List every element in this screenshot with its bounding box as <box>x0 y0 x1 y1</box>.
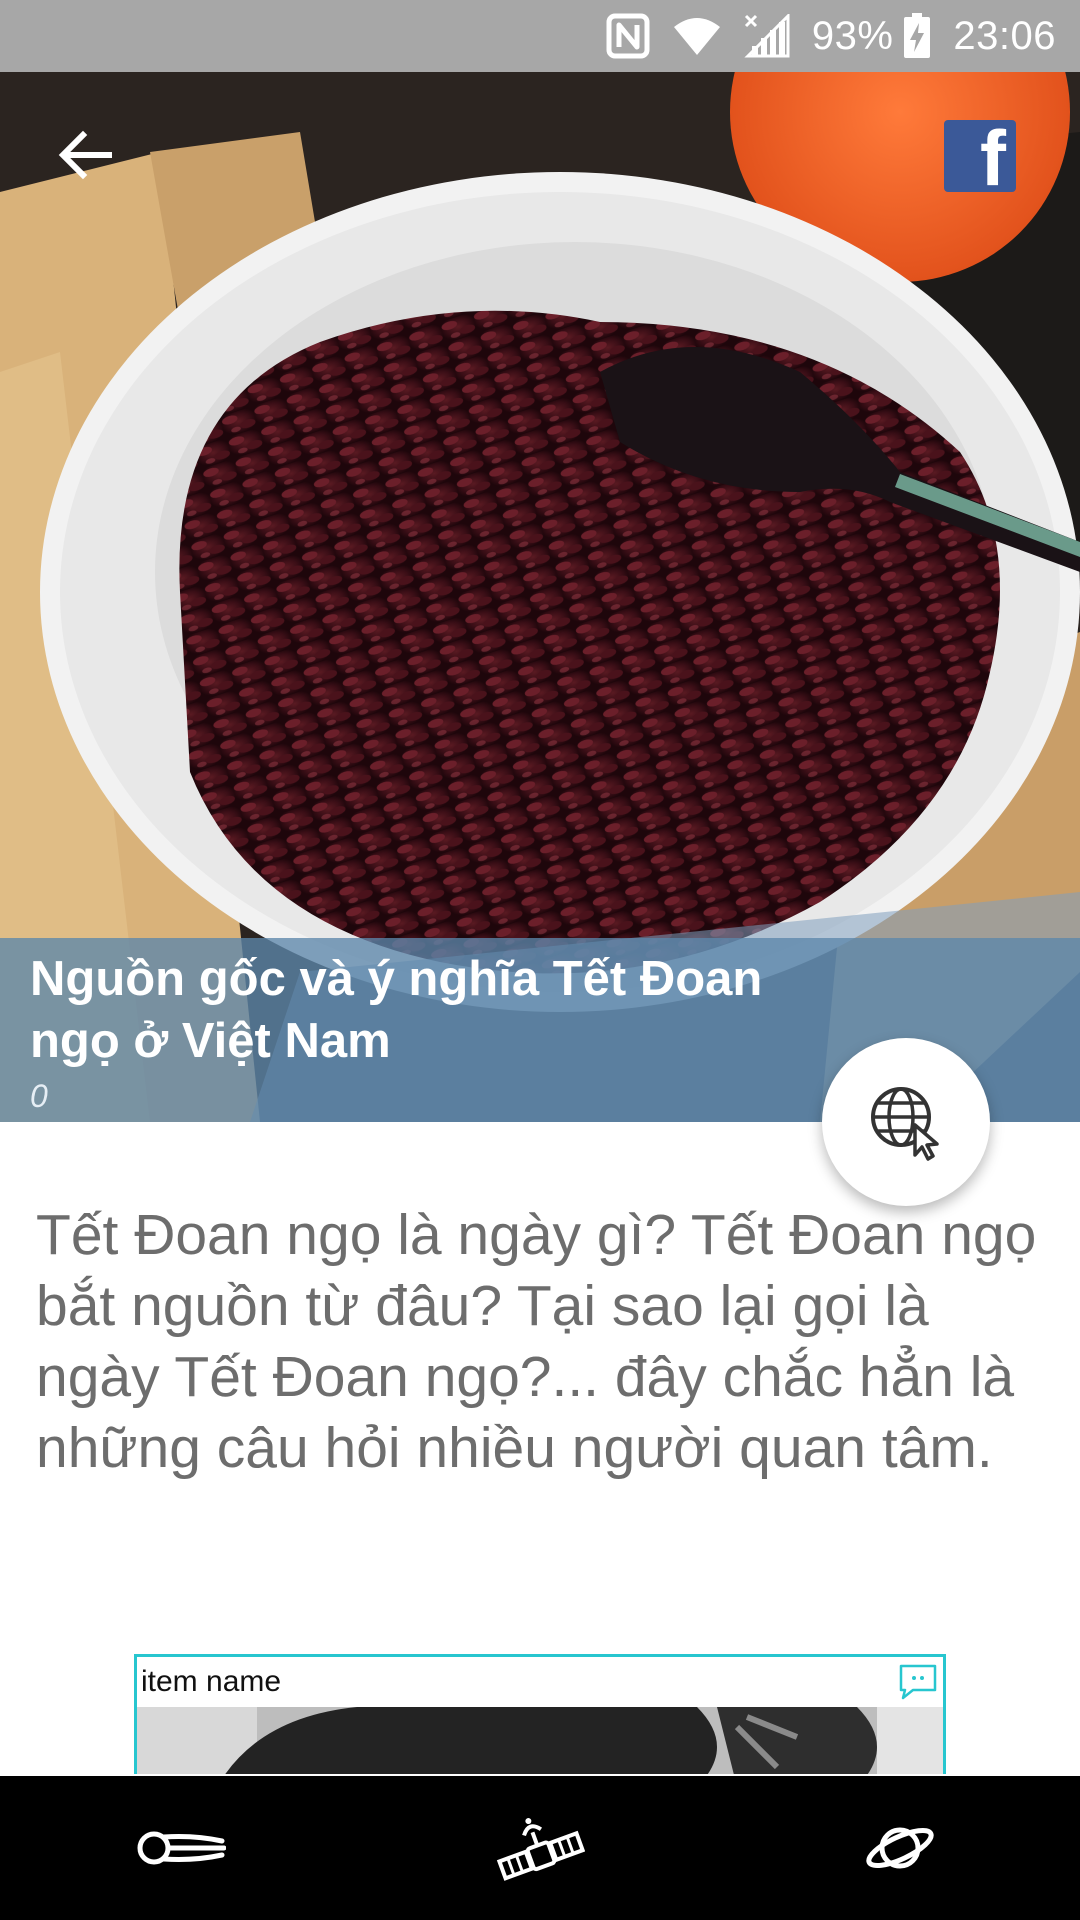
nav-comet[interactable] <box>80 1776 280 1920</box>
open-web-button[interactable] <box>822 1038 990 1206</box>
article-title: Nguồn gốc và ý nghĩa Tết Đoan ngọ ở Việt… <box>30 952 763 1068</box>
bottom-navigation <box>0 1776 1080 1920</box>
battery-percent: 93% <box>811 13 894 58</box>
planet-icon <box>866 1827 934 1869</box>
item-thumbnail <box>137 1707 943 1774</box>
back-button[interactable] <box>40 110 130 200</box>
card-header: item name <box>137 1657 943 1707</box>
wifi-icon <box>672 15 722 57</box>
arrow-left-icon <box>58 130 112 180</box>
clock: 23:06 <box>953 13 1056 58</box>
app-screen: 93% 23:06 f Nguồn gốc và ý nghĩa Tết Đoa… <box>0 0 1080 1920</box>
facebook-icon: f <box>980 120 1006 192</box>
nav-satellite[interactable] <box>440 1776 640 1920</box>
battery-charging-icon <box>903 13 931 59</box>
nfc-icon <box>606 13 650 59</box>
item-name: item name <box>141 1665 282 1698</box>
status-bar: 93% 23:06 <box>0 0 1080 72</box>
signal-icon <box>744 14 790 58</box>
nav-planet[interactable] <box>800 1776 1000 1920</box>
globe-cursor-icon <box>871 1087 939 1161</box>
comet-icon <box>137 1831 226 1865</box>
related-item-card[interactable]: item name <box>134 1654 946 1774</box>
article-summary: Tết Đoan ngọ là ngày gì? Tết Đoan ngọ bắ… <box>36 1203 1037 1480</box>
chat-bubble-icon[interactable] <box>897 1662 939 1702</box>
satellite-icon <box>496 1818 585 1881</box>
facebook-share-button[interactable]: f <box>944 120 1016 192</box>
